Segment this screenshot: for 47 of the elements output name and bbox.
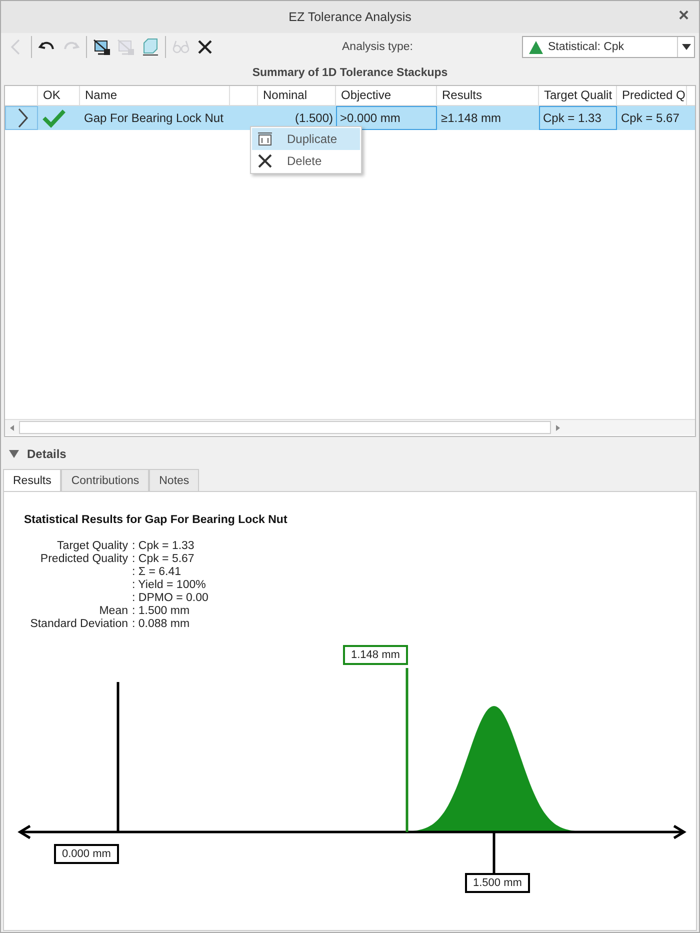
column-header[interactable]: Objective bbox=[341, 88, 392, 102]
menu-item[interactable]: Delete bbox=[252, 150, 360, 172]
result-label: Target Quality bbox=[57, 540, 128, 552]
result-value: : DPMO = 0.00 bbox=[132, 592, 210, 604]
horizontal-scrollbar[interactable] bbox=[5, 419, 695, 435]
result-value: : Cpk = 5.67 bbox=[132, 553, 196, 565]
result-value: : 1.500 mm bbox=[132, 605, 191, 617]
analysis-type-dropdown[interactable]: Statistical: Cpk bbox=[522, 36, 695, 58]
column-header[interactable]: Predicted Q bbox=[622, 88, 686, 102]
delete-icon bbox=[257, 153, 273, 169]
duplicate-icon bbox=[257, 131, 273, 147]
column-header[interactable]: Nominal bbox=[263, 88, 308, 102]
result-label: Predicted Quality bbox=[40, 553, 128, 565]
close-button[interactable]: × bbox=[674, 5, 693, 26]
result-label: Mean bbox=[99, 605, 128, 617]
collapse-triangle-icon[interactable] bbox=[9, 450, 19, 458]
column-header[interactable]: OK bbox=[43, 88, 60, 102]
table-cell: >0.000 mm bbox=[340, 111, 400, 125]
result-value: : 0.088 mm bbox=[132, 618, 191, 630]
tab[interactable]: Contributions bbox=[61, 469, 150, 491]
result-value: : Cpk = 1.33 bbox=[132, 540, 196, 552]
caret-icon bbox=[682, 44, 690, 50]
result-label: Standard Deviation bbox=[30, 618, 128, 630]
chevron-right-icon[interactable] bbox=[17, 108, 29, 128]
table-cell: ≥1.148 mm bbox=[441, 111, 501, 125]
results-heading: Statistical Results for Gap For Bearing Lock Nut bbox=[23, 513, 288, 526]
table-row[interactable]: Gap For Bearing Lock Nut (1.500) >0.000 mm ≥1.148 mm Cpk = 1.33 Cpk = 5.67 bbox=[5, 106, 695, 130]
marker-label: 1.148 mm bbox=[343, 645, 408, 665]
table-cell: Gap For Bearing Lock Nut bbox=[84, 111, 224, 125]
window-title: EZ Tolerance Analysis bbox=[288, 10, 412, 24]
column-header[interactable]: Results bbox=[442, 88, 482, 102]
table-title: Summary of 1D Tolerance Stackups bbox=[251, 66, 449, 81]
column-header[interactable]: Target Qualit bbox=[544, 88, 612, 102]
result-value: : Yield = 100% bbox=[132, 579, 207, 591]
analysis-type-label: Analysis type: bbox=[342, 41, 413, 53]
table-cell: Cpk = 1.33 bbox=[543, 111, 602, 125]
result-value: : Σ = 6.41 bbox=[132, 566, 182, 578]
marker-line bbox=[492, 832, 496, 876]
menu-item[interactable]: Duplicate bbox=[252, 128, 360, 150]
table-cell: Cpk = 5.67 bbox=[621, 111, 680, 125]
tab[interactable]: Notes bbox=[149, 469, 200, 491]
marker-label: 1.500 mm bbox=[465, 873, 530, 893]
column-header[interactable]: Name bbox=[85, 88, 118, 102]
marker-label: 0.000 mm bbox=[54, 844, 119, 864]
section-title: Details bbox=[27, 447, 66, 461]
table-cell: (1.500) bbox=[294, 111, 333, 125]
tab[interactable]: Results bbox=[3, 469, 62, 491]
